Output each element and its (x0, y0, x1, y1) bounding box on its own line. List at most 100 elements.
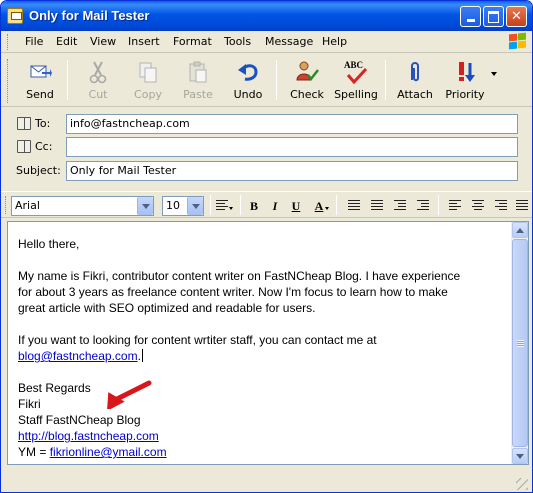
message-body-editor[interactable]: Hello there, My name is Fikri, contribut… (7, 221, 529, 465)
decrease-indent-icon[interactable] (394, 200, 406, 210)
copy-label: Copy (134, 88, 162, 101)
to-label[interactable]: To: (35, 117, 50, 130)
signature-ym-link[interactable]: fikrionline@ymail.com (50, 445, 167, 459)
align-left-icon[interactable] (449, 200, 461, 210)
minimize-button[interactable] (460, 6, 481, 27)
menu-grip (7, 34, 10, 50)
vertical-scrollbar[interactable] (511, 222, 528, 464)
signature-regards: Best Regards (18, 381, 91, 395)
font-size-select[interactable]: 10 (162, 196, 204, 216)
font-select-value: Arial (15, 199, 40, 212)
paragraph-style-button[interactable] (213, 197, 235, 215)
paste-button[interactable]: Paste (174, 58, 222, 103)
address-book-icon[interactable] (17, 117, 31, 130)
compose-window: Only for Mail Tester ✕ File Edit View In… (0, 0, 533, 493)
contact-line: blog@fastncheap.com. (18, 348, 508, 364)
spelling-button[interactable]: ABC Spelling (332, 58, 380, 103)
checkmark-icon (346, 68, 368, 84)
paperclip-icon (411, 62, 419, 82)
signature-ym-line: YM = fikrionline@ymail.com (18, 444, 508, 460)
scrollbar-thumb[interactable] (512, 239, 528, 447)
red-arrow-annotation-icon (106, 380, 152, 409)
menu-insert[interactable]: Insert (128, 35, 160, 48)
paste-label: Paste (183, 88, 213, 101)
font-dropdown-arrow-icon[interactable] (137, 197, 153, 215)
undo-label: Undo (233, 88, 263, 101)
font-select[interactable]: Arial (11, 196, 154, 216)
check-names-icon (296, 61, 319, 82)
attach-button[interactable]: Attach (391, 58, 439, 103)
toolbar-separator (276, 60, 277, 100)
body-line: My name is Fikri, contributor content wr… (18, 269, 461, 283)
contact-email-link[interactable]: blog@fastncheap.com (18, 349, 138, 363)
title-bar[interactable]: Only for Mail Tester ✕ (1, 1, 532, 31)
signature-url-link[interactable]: http://blog.fastncheap.com (18, 429, 159, 443)
signature-ym-label: YM = (18, 445, 50, 459)
signature-name: Fikri (18, 397, 41, 411)
spelling-label: Spelling (334, 88, 378, 101)
scroll-down-arrow-icon[interactable] (512, 448, 528, 464)
toolbar-overflow-chevron-icon[interactable] (491, 72, 497, 76)
font-size-dropdown-arrow-icon[interactable] (187, 197, 203, 215)
subject-row: Subject: Only for Mail Tester (1, 161, 532, 183)
format-separator (240, 195, 241, 215)
align-center-icon[interactable] (472, 200, 484, 210)
message-body[interactable]: Hello there, My name is Fikri, contribut… (18, 236, 508, 460)
resize-grip-icon[interactable] (516, 478, 528, 490)
menu-file[interactable]: File (25, 35, 43, 48)
undo-button[interactable]: Undo (224, 58, 272, 103)
bulleted-list-icon[interactable] (371, 200, 383, 210)
check-names-button[interactable]: Check (283, 58, 331, 103)
copy-button[interactable]: Copy (124, 58, 172, 103)
priority-label: Priority (445, 88, 485, 101)
numbered-list-icon[interactable] (348, 200, 360, 210)
send-label: Send (26, 88, 54, 101)
body-line: If you want to looking for content wrtit… (18, 333, 377, 347)
menu-message[interactable]: Message (265, 35, 313, 48)
paragraph-style-icon (216, 200, 228, 210)
signature-title: Staff FastNCheap Blog (18, 413, 141, 427)
to-field[interactable]: info@fastncheap.com (66, 114, 518, 134)
subject-field[interactable]: Only for Mail Tester (66, 161, 518, 181)
close-button[interactable]: ✕ (506, 6, 527, 27)
scroll-up-arrow-icon[interactable] (512, 222, 528, 238)
send-button[interactable]: Send (16, 58, 64, 103)
maximize-button[interactable] (483, 6, 504, 27)
menu-view[interactable]: View (90, 35, 116, 48)
text-caret (141, 349, 143, 362)
to-row: To: info@fastncheap.com (1, 114, 532, 136)
italic-button[interactable]: I (266, 197, 284, 215)
copy-icon (139, 62, 157, 83)
justify-icon[interactable] (516, 200, 528, 210)
format-separator (336, 195, 337, 215)
priority-icon (459, 62, 475, 82)
status-strip (1, 467, 532, 492)
menu-help[interactable]: Help (322, 35, 347, 48)
window-title: Only for Mail Tester (29, 8, 150, 23)
font-color-button[interactable]: A (308, 197, 330, 215)
windows-logo-icon (509, 32, 527, 50)
menu-format[interactable]: Format (173, 35, 212, 48)
toolbar-grip (7, 59, 10, 103)
signature-url-line: http://blog.fastncheap.com (18, 428, 508, 444)
menu-tools[interactable]: Tools (224, 35, 251, 48)
cc-field[interactable] (66, 137, 518, 157)
toolbar-separator (67, 60, 68, 100)
check-label: Check (290, 88, 324, 101)
cut-button[interactable]: Cut (74, 58, 122, 103)
increase-indent-icon[interactable] (417, 200, 429, 210)
contact-period: . (137, 349, 141, 363)
align-right-icon[interactable] (495, 200, 507, 210)
greeting-line: Hello there, (18, 237, 80, 251)
new-message-icon (7, 8, 23, 24)
format-toolbar-grip (5, 196, 8, 214)
font-size-value: 10 (166, 199, 180, 212)
menu-edit[interactable]: Edit (56, 35, 77, 48)
underline-button[interactable]: U (287, 197, 305, 215)
bold-button[interactable]: B (245, 197, 263, 215)
address-book-icon[interactable] (17, 140, 31, 153)
toolbar-separator (385, 60, 386, 100)
cc-label[interactable]: Cc: (35, 140, 52, 153)
priority-button[interactable]: Priority (441, 58, 489, 103)
font-color-letter: A (314, 198, 324, 213)
